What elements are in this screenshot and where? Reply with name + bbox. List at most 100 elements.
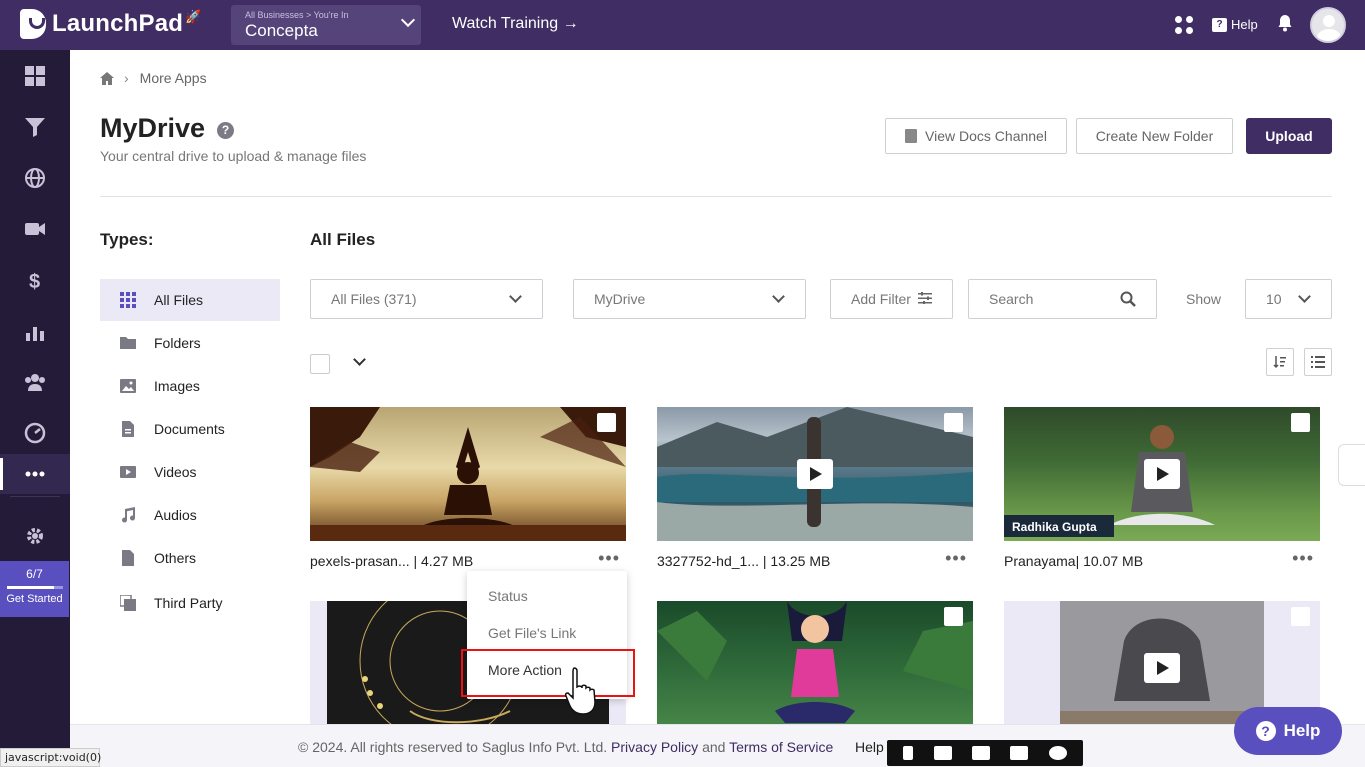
- menu-item-get-file-link[interactable]: Get File's Link: [488, 625, 576, 641]
- get-started-widget[interactable]: 6/7 Get Started: [0, 561, 69, 617]
- file-card[interactable]: pexels-prasan... | 4.27 MB •••: [310, 407, 626, 569]
- dollar-icon[interactable]: $: [0, 260, 70, 300]
- camera-icon[interactable]: [933, 746, 952, 760]
- funnel-icon[interactable]: [0, 107, 70, 147]
- video-icon[interactable]: [0, 209, 70, 249]
- breadcrumb-current[interactable]: More Apps: [140, 70, 207, 86]
- sidebar: $ 6/7 Get Started: [0, 50, 70, 767]
- help-link[interactable]: ? Help: [1212, 17, 1258, 32]
- main-content: › More Apps MyDrive ? Your central drive…: [70, 50, 1365, 767]
- help-fab-button[interactable]: ? Help: [1234, 707, 1342, 755]
- add-filter-button[interactable]: Add Filter: [830, 279, 953, 319]
- page-size-value: 10: [1266, 291, 1282, 307]
- get-started-progress: [6, 586, 63, 589]
- file-thumbnail[interactable]: [657, 407, 973, 541]
- list-icon: [1311, 356, 1325, 368]
- file-checkbox[interactable]: [944, 413, 963, 432]
- help-fab-label: Help: [1283, 721, 1321, 740]
- type-label: Videos: [154, 464, 197, 480]
- file-card[interactable]: 3327752-hd_1... | 13.25 MB •••: [657, 407, 973, 569]
- more-options-icon[interactable]: •••: [1292, 549, 1314, 569]
- file-checkbox[interactable]: [944, 607, 963, 626]
- file-checkbox[interactable]: [597, 413, 616, 432]
- settings-icon[interactable]: [0, 516, 70, 556]
- view-docs-channel-button[interactable]: View Docs Channel: [885, 118, 1067, 154]
- screen-recorder-toolbar: [887, 740, 1083, 766]
- terms-of-service-link[interactable]: Terms of Service: [729, 739, 833, 755]
- footer-help-link[interactable]: Help: [855, 739, 884, 755]
- chevron-down-icon: [509, 290, 522, 303]
- file-caption: 3327752-hd_1... | 13.25 MB •••: [657, 549, 973, 569]
- video-record-icon[interactable]: [971, 746, 990, 760]
- type-audios[interactable]: Audios: [100, 494, 280, 536]
- type-all-files[interactable]: All Files: [100, 279, 280, 321]
- settings-icon[interactable]: [1048, 746, 1067, 760]
- play-icon[interactable]: [1144, 653, 1180, 683]
- file-card[interactable]: Radhika Gupta Pranayama| 10.07 MB •••: [1004, 407, 1320, 569]
- search-input[interactable]: Search: [968, 279, 1157, 319]
- apps-grid-icon[interactable]: [1175, 16, 1193, 34]
- gauge-icon[interactable]: [0, 413, 70, 453]
- type-others[interactable]: Others: [100, 537, 280, 579]
- bell-icon[interactable]: [1277, 14, 1293, 32]
- question-icon[interactable]: ?: [217, 122, 234, 139]
- type-folders[interactable]: Folders: [100, 322, 280, 364]
- types-heading: Types:: [100, 230, 154, 249]
- window-icon[interactable]: [1010, 746, 1029, 760]
- user-avatar[interactable]: [1310, 7, 1346, 43]
- page-size-select[interactable]: 10: [1245, 279, 1332, 319]
- type-third-party[interactable]: Third Party: [100, 582, 280, 624]
- yoga-silhouette-image: [310, 407, 626, 541]
- file-name-size: pexels-prasan... | 4.27 MB: [310, 553, 474, 569]
- type-videos[interactable]: Videos: [100, 451, 280, 493]
- breadcrumb-separator-icon: ›: [124, 70, 129, 86]
- help-icon: ?: [1212, 17, 1227, 32]
- dashboard-icon[interactable]: [0, 56, 70, 96]
- show-label: Show: [1186, 291, 1222, 307]
- pointer-icon[interactable]: [903, 746, 914, 760]
- people-icon[interactable]: [0, 362, 70, 402]
- business-switcher[interactable]: All Businesses > You're In Concepta: [231, 5, 421, 45]
- more-icon[interactable]: [0, 454, 70, 494]
- create-new-folder-button[interactable]: Create New Folder: [1076, 118, 1233, 154]
- type-images[interactable]: Images: [100, 365, 280, 407]
- page-subtitle: Your central drive to upload & manage fi…: [100, 148, 367, 164]
- drive-select[interactable]: MyDrive: [573, 279, 806, 319]
- privacy-policy-link[interactable]: Privacy Policy: [611, 739, 698, 755]
- svg-text:$: $: [29, 271, 40, 291]
- file-thumbnail[interactable]: [310, 407, 626, 541]
- search-icon[interactable]: [1120, 291, 1136, 307]
- more-options-icon[interactable]: •••: [598, 549, 620, 569]
- play-icon[interactable]: [797, 459, 833, 489]
- list-view-button[interactable]: [1304, 348, 1332, 376]
- all-files-select[interactable]: All Files (371): [310, 279, 543, 319]
- hand-cursor-icon: [564, 667, 596, 715]
- upload-button[interactable]: Upload: [1246, 118, 1332, 154]
- globe-icon[interactable]: [0, 158, 70, 198]
- more-options-icon[interactable]: •••: [945, 549, 967, 569]
- copyright-text: © 2024. All rights reserved to Saglus In…: [298, 739, 608, 755]
- launchpad-logo[interactable]: LaunchPad 🚀: [20, 9, 201, 39]
- file-checkbox[interactable]: [1291, 413, 1310, 432]
- page-title: MyDrive: [100, 113, 206, 143]
- menu-item-status[interactable]: Status: [488, 588, 528, 604]
- play-icon[interactable]: [1144, 459, 1180, 489]
- business-name: Concepta: [245, 21, 318, 40]
- file-checkbox[interactable]: [1291, 607, 1310, 626]
- analytics-icon[interactable]: [0, 312, 70, 352]
- file-thumbnail[interactable]: [657, 601, 973, 735]
- select-all-checkbox[interactable]: [310, 354, 330, 374]
- file-thumbnail[interactable]: Radhika Gupta: [1004, 407, 1320, 541]
- watch-training-link[interactable]: Watch Training →: [452, 15, 579, 33]
- home-icon[interactable]: [100, 71, 114, 85]
- bulk-actions-chevron-icon[interactable]: [353, 353, 366, 366]
- all-files-heading: All Files: [310, 230, 376, 249]
- header-divider: [100, 196, 1332, 197]
- music-icon: [120, 507, 136, 523]
- image-icon: [120, 378, 136, 394]
- add-filter-label: Add Filter: [851, 291, 911, 307]
- sort-button[interactable]: [1266, 348, 1294, 376]
- type-documents[interactable]: Documents: [100, 408, 280, 450]
- side-panel-tab[interactable]: [1338, 444, 1365, 486]
- file-card[interactable]: [657, 601, 973, 735]
